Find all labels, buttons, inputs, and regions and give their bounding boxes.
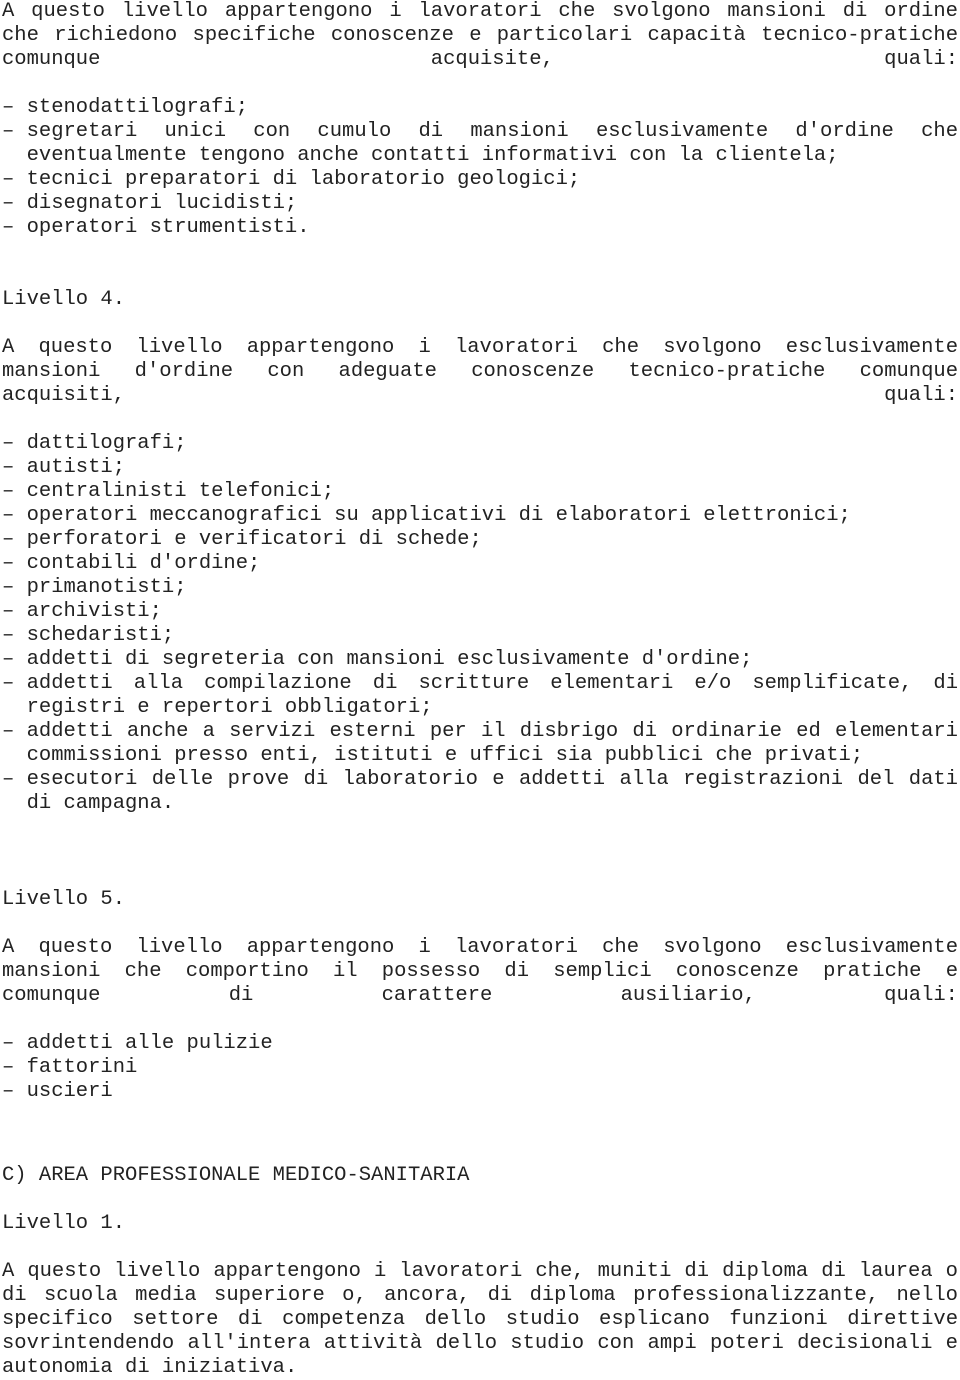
dash-bullet-icon: – xyxy=(2,648,15,671)
list-item-label: fattorini xyxy=(26,1056,138,1079)
dash-bullet-icon: – xyxy=(2,768,15,791)
dash-bullet-icon: – xyxy=(2,552,15,575)
list-item: – addetti alla compilazione di scritture… xyxy=(2,672,958,720)
area-c-heading: C) AREA PROFESSIONALE MEDICO-SANITARIA xyxy=(2,1164,470,1187)
list-item-label: centralinisti telefonici; xyxy=(26,480,335,503)
dash-bullet-icon: – xyxy=(2,1056,15,1079)
list-item: – addetti alle pulizie xyxy=(2,1032,958,1056)
dash-bullet-icon: – xyxy=(2,120,15,143)
dash-bullet-icon: – xyxy=(2,720,15,743)
list-item-label: autisti; xyxy=(26,456,126,479)
dash-bullet-icon: – xyxy=(2,576,15,599)
list-item: – tecnici preparatori di laboratorio geo… xyxy=(2,168,958,192)
level4-heading: Livello 4. xyxy=(2,288,126,311)
list-item-label: disegnatori lucidisti; xyxy=(26,192,298,215)
list-item: – dattilografi; xyxy=(2,432,958,456)
list-item-label: addetti anche a servizi esterni per il d… xyxy=(26,720,958,767)
dash-bullet-icon: – xyxy=(2,432,15,455)
dash-bullet-icon: – xyxy=(2,624,15,647)
level5-intro-paragraph: A questo livello appartengono i lavorato… xyxy=(2,936,958,1007)
dash-bullet-icon: – xyxy=(2,672,15,695)
list-item: – primanotisti; xyxy=(2,576,958,600)
list-item-label: dattilografi; xyxy=(26,432,187,455)
list-item-label: stenodattilografi; xyxy=(26,96,249,119)
dash-bullet-icon: – xyxy=(2,168,15,191)
list-item-label: addetti di segreteria con mansioni esclu… xyxy=(26,648,753,671)
dash-bullet-icon: – xyxy=(2,456,15,479)
list-item: – operatori strumentisti. xyxy=(2,216,958,240)
area-c-level1-heading: Livello 1. xyxy=(2,1212,126,1235)
level5-heading: Livello 5. xyxy=(2,888,126,911)
list-item: – autisti; xyxy=(2,456,958,480)
list-item: – addetti anche a servizi esterni per il… xyxy=(2,720,958,768)
list-item: – fattorini xyxy=(2,1056,958,1080)
document-page: A questo livello appartengono i lavorato… xyxy=(0,0,960,1379)
dash-bullet-icon: – xyxy=(2,1032,15,1055)
level3-job-list: – stenodattilografi; – segretari unici c… xyxy=(2,96,958,240)
dash-bullet-icon: – xyxy=(2,480,15,503)
dash-bullet-icon: – xyxy=(2,528,15,551)
list-item-label: schedaristi; xyxy=(26,624,175,647)
list-item-label: primanotisti; xyxy=(26,576,187,599)
dash-bullet-icon: – xyxy=(2,96,15,119)
dash-bullet-icon: – xyxy=(2,192,15,215)
list-item-label: contabili d'ordine; xyxy=(26,552,261,575)
list-item: – segretari unici con cumulo di mansioni… xyxy=(2,120,958,168)
list-item-label: archivisti; xyxy=(26,600,162,623)
level5-job-list: – addetti alle pulizie – fattorini – usc… xyxy=(2,1032,958,1104)
list-item: – disegnatori lucidisti; xyxy=(2,192,958,216)
list-item: – addetti di segreteria con mansioni esc… xyxy=(2,648,958,672)
dash-bullet-icon: – xyxy=(2,504,15,527)
list-item-label: addetti alla compilazione di scritture e… xyxy=(26,672,958,719)
list-item-label: esecutori delle prove di laboratorio e a… xyxy=(26,768,958,815)
list-item: – centralinisti telefonici; xyxy=(2,480,958,504)
list-item: – esecutori delle prove di laboratorio e… xyxy=(2,768,958,816)
level4-job-list: – dattilografi; – autisti; – centralinis… xyxy=(2,432,958,816)
list-item-label: operatori meccanografici su applicativi … xyxy=(26,504,851,527)
area-c-level1-paragraph: A questo livello appartengono i lavorato… xyxy=(2,1260,958,1379)
list-item: – schedaristi; xyxy=(2,624,958,648)
list-item-label: perforatori e verificatori di schede; xyxy=(26,528,482,551)
dash-bullet-icon: – xyxy=(2,600,15,623)
list-item: – uscieri xyxy=(2,1080,958,1104)
list-item: – stenodattilografi; xyxy=(2,96,958,120)
list-item: – perforatori e verificatori di schede; xyxy=(2,528,958,552)
list-item-label: operatori strumentisti. xyxy=(26,216,310,239)
list-item: – archivisti; xyxy=(2,600,958,624)
level3-intro-paragraph: A questo livello appartengono i lavorato… xyxy=(2,0,958,71)
dash-bullet-icon: – xyxy=(2,1080,15,1103)
list-item-label: tecnici preparatori di laboratorio geolo… xyxy=(26,168,581,191)
list-item: – operatori meccanografici su applicativ… xyxy=(2,504,958,528)
list-item-label: addetti alle pulizie xyxy=(26,1032,273,1055)
level4-intro-paragraph: A questo livello appartengono i lavorato… xyxy=(2,336,958,407)
dash-bullet-icon: – xyxy=(2,216,15,239)
list-item: – contabili d'ordine; xyxy=(2,552,958,576)
list-item-label: segretari unici con cumulo di mansioni e… xyxy=(26,120,958,167)
list-item-label: uscieri xyxy=(26,1080,113,1103)
